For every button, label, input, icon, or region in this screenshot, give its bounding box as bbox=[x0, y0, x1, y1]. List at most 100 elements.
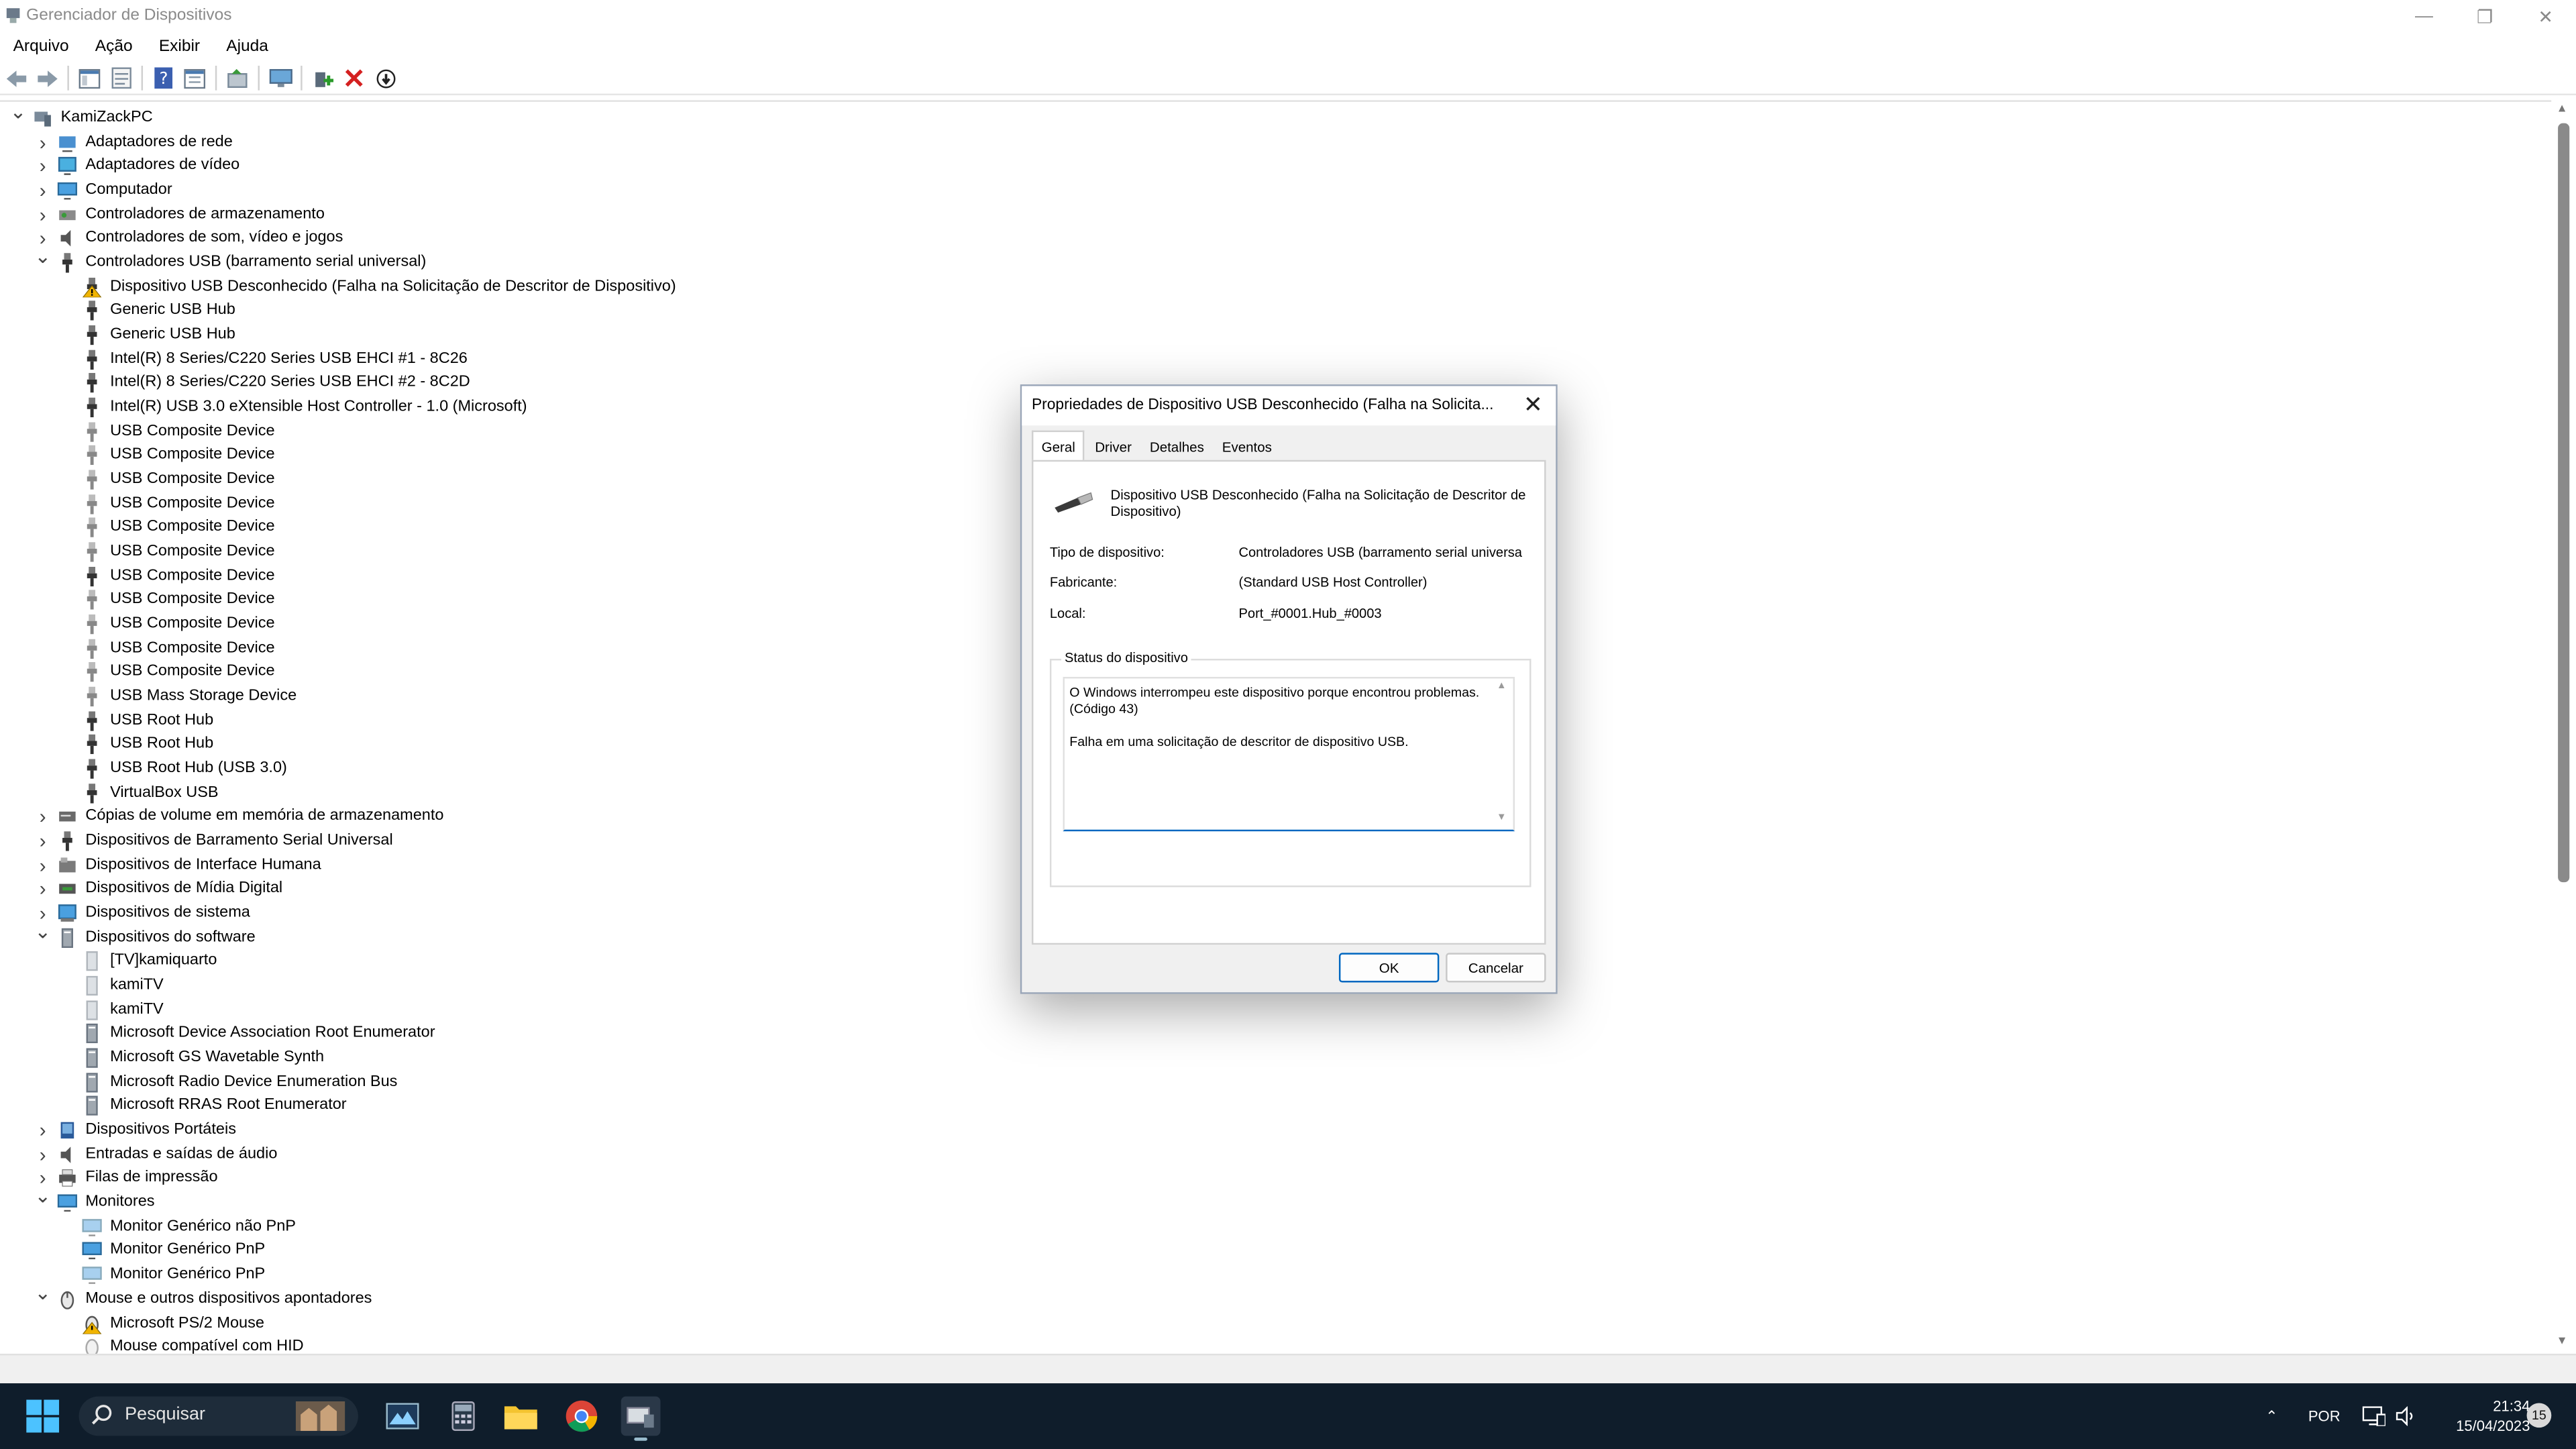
chevron-right-icon[interactable]: › bbox=[34, 203, 50, 226]
tree-item-label: Microsoft RRAS Root Enumerator bbox=[110, 1096, 347, 1115]
tray-overflow-chevron[interactable]: ⌃ bbox=[2265, 1383, 2277, 1449]
chevron-down-icon[interactable]: ⌄ bbox=[34, 245, 51, 268]
uninstall-device-button[interactable] bbox=[338, 64, 370, 93]
tree-device[interactable]: Monitor Genérico PnP bbox=[0, 1240, 2464, 1263]
chevron-right-icon[interactable]: › bbox=[34, 854, 50, 877]
tree-category[interactable]: › Entradas e saídas de áudio bbox=[0, 1143, 2464, 1166]
system-clock[interactable]: 21:34 15/04/2023 bbox=[2428, 1397, 2530, 1436]
properties-button[interactable] bbox=[105, 64, 137, 93]
tree-device[interactable]: Microsoft Device Association Root Enumer… bbox=[0, 1022, 2464, 1045]
menu-exibir[interactable]: Exibir bbox=[146, 34, 213, 60]
back-button[interactable] bbox=[0, 64, 32, 93]
taskbar: Pesquisar ⌃ POR 21:34 15/04/2023 15 bbox=[0, 1383, 2576, 1449]
tree-device[interactable]: Monitor Genérico PnP bbox=[0, 1264, 2464, 1287]
scroll-up-icon[interactable]: ▲ bbox=[1497, 682, 1507, 692]
tree-device[interactable]: Generic USB Hub bbox=[0, 323, 2464, 346]
tree-category[interactable]: › Controladores de armazenamento bbox=[0, 203, 2464, 226]
tree-device[interactable]: Monitor Genérico não PnP bbox=[0, 1216, 2464, 1238]
enable-device-button[interactable] bbox=[307, 64, 339, 93]
tree-item-label: USB Composite Device bbox=[110, 639, 275, 657]
tree-device[interactable]: Intel(R) 8 Series/C220 Series USB EHCI #… bbox=[0, 347, 2464, 370]
taskbar-file-explorer[interactable] bbox=[502, 1397, 539, 1436]
restore-button[interactable]: ❐ bbox=[2455, 0, 2516, 33]
tree-scrollbar[interactable]: ▲ ▼ bbox=[2551, 100, 2576, 1354]
tree-device[interactable]: Mouse compatível com HID bbox=[0, 1336, 2464, 1356]
taskbar-device-manager[interactable] bbox=[621, 1396, 661, 1441]
scroll-down-icon[interactable]: ▼ bbox=[2557, 1336, 2568, 1347]
cancel-button[interactable]: Cancelar bbox=[1446, 953, 1546, 983]
minimize-button[interactable]: — bbox=[2394, 0, 2455, 33]
tree-device[interactable]: Microsoft Radio Device Enumeration Bus bbox=[0, 1071, 2464, 1093]
tree-category[interactable]: › Adaptadores de rede bbox=[0, 131, 2464, 154]
chevron-down-icon[interactable]: ⌄ bbox=[10, 102, 27, 123]
scroll-up-icon[interactable]: ▲ bbox=[2557, 103, 2568, 115]
chevron-right-icon[interactable]: › bbox=[34, 179, 50, 202]
chevron-down-icon[interactable]: ⌄ bbox=[34, 1185, 51, 1208]
tree-category[interactable]: › Computador bbox=[0, 179, 2464, 202]
menu-acao[interactable]: Ação bbox=[82, 34, 146, 60]
chevron-down-icon[interactable]: ⌄ bbox=[34, 1281, 51, 1304]
volume-icon[interactable] bbox=[2396, 1383, 2415, 1449]
language-indicator[interactable]: POR bbox=[2308, 1383, 2341, 1449]
tab-driver[interactable]: Driver bbox=[1087, 434, 1140, 462]
console-tree-button[interactable] bbox=[74, 64, 105, 93]
dialog-close-icon[interactable]: ✕ bbox=[1523, 391, 1543, 419]
menu-ajuda[interactable]: Ajuda bbox=[213, 34, 282, 60]
tree-category[interactable]: ⌄ Monitores bbox=[0, 1185, 2464, 1214]
menu-arquivo[interactable]: Arquivo bbox=[0, 34, 82, 60]
notification-badge[interactable]: 15 bbox=[2526, 1403, 2552, 1428]
device-name: Dispositivo USB Desconhecido (Falha na S… bbox=[1110, 486, 1526, 519]
chevron-right-icon[interactable]: › bbox=[34, 1143, 50, 1166]
chevron-right-icon[interactable]: › bbox=[34, 878, 50, 901]
taskbar-photos[interactable] bbox=[384, 1397, 421, 1436]
taskbar-calculator[interactable] bbox=[445, 1397, 482, 1436]
network-icon[interactable] bbox=[2362, 1383, 2385, 1449]
scrollbar-thumb[interactable] bbox=[2558, 123, 2570, 883]
tree-device[interactable]: Microsoft RRAS Root Enumerator bbox=[0, 1095, 2464, 1118]
taskbar-chrome[interactable] bbox=[564, 1397, 600, 1436]
tree-item-label: kamiTV bbox=[110, 975, 164, 994]
help-button[interactable]: ? bbox=[148, 64, 179, 93]
chevron-right-icon[interactable]: › bbox=[34, 155, 50, 178]
tree-item-label: Mouse e outros dispositivos apontadores bbox=[85, 1289, 372, 1307]
tree-category[interactable]: ⌄ Mouse e outros dispositivos apontadores bbox=[0, 1281, 2464, 1311]
tree-device[interactable]: kamiTV bbox=[0, 998, 2464, 1021]
tree-category[interactable]: › Controladores de som, vídeo e jogos bbox=[0, 227, 2464, 250]
chevron-right-icon[interactable]: › bbox=[34, 1119, 50, 1142]
update-driver-button[interactable] bbox=[222, 64, 254, 93]
chevron-right-icon[interactable]: › bbox=[34, 806, 50, 828]
tab-geral[interactable]: Geral bbox=[1031, 430, 1085, 462]
tree-root[interactable]: ⌄ KamiZackPC bbox=[0, 102, 2464, 129]
device-status-textbox[interactable]: O Windows interrompeu este dispositivo p… bbox=[1063, 676, 1515, 832]
chevron-down-icon[interactable]: ⌄ bbox=[34, 920, 51, 943]
tree-category[interactable]: › Filas de impressão bbox=[0, 1167, 2464, 1190]
tree-device[interactable]: Microsoft PS/2 Mouse bbox=[0, 1312, 2464, 1335]
usb-icon-faded bbox=[87, 614, 97, 635]
status-scrollbar[interactable]: ▲ ▼ bbox=[1495, 682, 1510, 823]
view-button[interactable] bbox=[179, 64, 211, 93]
tree-device[interactable]: Microsoft GS Wavetable Synth bbox=[0, 1046, 2464, 1069]
tree-item-label: USB Composite Device bbox=[110, 662, 275, 681]
tree-item-label: Computador bbox=[85, 180, 172, 199]
scroll-down-icon[interactable]: ▼ bbox=[1497, 813, 1507, 823]
chevron-right-icon[interactable]: › bbox=[34, 131, 50, 154]
view-icon bbox=[184, 68, 206, 89]
forward-button[interactable] bbox=[32, 64, 63, 93]
tree-item-label: Dispositivo USB Desconhecido (Falha na S… bbox=[110, 277, 676, 296]
taskbar-search[interactable]: Pesquisar bbox=[78, 1396, 358, 1436]
ok-button[interactable]: OK bbox=[1338, 953, 1440, 983]
device-status-text: O Windows interrompeu este dispositivo p… bbox=[1069, 685, 1480, 749]
scan-hardware-button[interactable] bbox=[264, 64, 296, 93]
start-button[interactable] bbox=[23, 1397, 62, 1436]
tree-item-label: USB Composite Device bbox=[110, 494, 275, 513]
tree-category[interactable]: › Dispositivos Portáteis bbox=[0, 1119, 2464, 1142]
tab-detalhes[interactable]: Detalhes bbox=[1142, 434, 1212, 462]
chevron-right-icon[interactable]: › bbox=[34, 830, 50, 853]
close-button[interactable]: ✕ bbox=[2515, 0, 2576, 33]
tree-device[interactable]: Generic USB Hub bbox=[0, 300, 2464, 323]
tree-category[interactable]: ⌄ Controladores USB (barramento serial un… bbox=[0, 245, 2464, 274]
tree-category[interactable]: › Adaptadores de vídeo bbox=[0, 155, 2464, 178]
disable-device-button[interactable] bbox=[370, 64, 401, 93]
tab-eventos[interactable]: Eventos bbox=[1214, 434, 1281, 462]
tree-device[interactable]: Dispositivo USB Desconhecido (Falha na S… bbox=[0, 276, 2464, 299]
